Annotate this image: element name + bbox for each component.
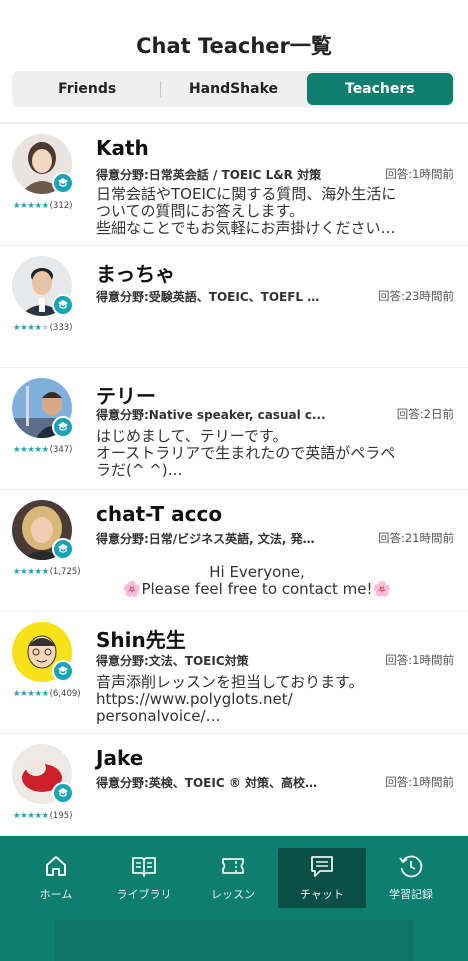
tab-handshake[interactable]: HandShake	[160, 73, 306, 105]
answered-time: 回答:1時間前	[385, 167, 454, 181]
teacher-badge-icon	[52, 660, 74, 682]
teacher-bio: 音声添削レッスンを担当しております。 https://www.polyglots…	[96, 674, 364, 725]
teacher-name: まっちゃ	[96, 262, 176, 286]
rating-stars: ★★★★★(312)	[13, 201, 73, 211]
teacher-specialty: 得意分野:日常英会話 / TOEIC L&R 対策	[96, 168, 322, 182]
teacher-name: chat-T acco	[96, 502, 223, 526]
teacher-badge-icon	[52, 172, 74, 194]
home-indicator-area	[55, 920, 413, 961]
tab-study-record[interactable]: 学習記録	[367, 848, 455, 908]
teacher-bio: はじめまして、テリーです。 オーストラリアで生まれたので英語がペラペ ラだ(^ …	[96, 428, 396, 479]
teacher-badge-icon	[52, 782, 74, 804]
tab-lesson[interactable]: レッスン	[189, 848, 277, 908]
book-icon	[132, 857, 156, 877]
page-title: Chat Teacher一覧	[136, 34, 332, 58]
segmented-control: Friends HandShake Teachers	[12, 71, 455, 107]
rating-stars: ★★★★★(333)	[13, 323, 73, 333]
header: Chat Teacher一覧 Friends HandShake Teacher…	[0, 0, 468, 122]
teacher-name: Shin先生	[96, 628, 186, 652]
home-icon	[46, 856, 66, 876]
teacher-list[interactable]: ★★★★★(312) Kath 得意分野:日常英会話 / TOEIC L&R 対…	[0, 122, 468, 836]
teacher-card-shin[interactable]: ★★★★★(6,409) Shin先生 得意分野:文法、TOEIC対策 回答:1…	[0, 612, 468, 733]
teacher-specialty: 得意分野:Native speaker, casual c...	[96, 408, 326, 422]
tab-label: ライブラリ	[116, 888, 172, 901]
teacher-specialty: 得意分野:日常/ビジネス英語, 文法, 発…	[96, 532, 315, 546]
teacher-badge-icon	[52, 416, 74, 438]
tab-friends[interactable]: Friends	[14, 73, 160, 105]
chat-icon	[311, 856, 333, 877]
tab-label: 学習記録	[389, 888, 433, 901]
bottom-tab-bar: ホーム ライブラリ レッスン チャット 学習記録	[0, 836, 468, 961]
history-icon	[399, 855, 423, 878]
answered-time: 回答:23時間前	[377, 289, 454, 303]
teacher-card-jake[interactable]: ★★★★★(195) Jake 得意分野:英検、TOEIC ® 対策、高校… 回…	[0, 734, 468, 836]
tab-home[interactable]: ホーム	[12, 848, 100, 908]
teacher-bio: Hi Everyone, 🌸Please feel free to contac…	[122, 564, 392, 598]
rating-stars: ★★★★★(195)	[13, 811, 73, 821]
rating-stars: ★★★★★(6,409)	[13, 689, 81, 699]
teacher-specialty: 得意分野:文法、TOEIC対策	[96, 654, 249, 668]
tab-teachers[interactable]: Teachers	[306, 73, 453, 105]
ticket-icon	[222, 858, 244, 874]
answered-time: 回答:2日前	[396, 407, 454, 421]
teacher-bio: 日常会話やTOEICに関する質問、海外生活に ついての質問にお答えします。 些細…	[96, 186, 397, 237]
teacher-card-acco[interactable]: ★★★★★(1,725) chat-T acco 得意分野:日常/ビジネス英語,…	[0, 490, 468, 611]
tab-chat[interactable]: チャット	[278, 848, 366, 908]
teacher-name: Kath	[96, 136, 149, 160]
tab-label: チャット	[300, 888, 344, 901]
teacher-name: Jake	[96, 746, 144, 770]
teacher-card-maccha[interactable]: ★★★★★(333) まっちゃ 得意分野:受験英語、TOEIC、TOEFL … …	[0, 246, 468, 367]
answered-time: 回答:1時間前	[385, 653, 454, 667]
teacher-badge-icon	[52, 294, 74, 316]
teacher-name: テリー	[96, 384, 156, 408]
tab-label: レッスン	[211, 888, 255, 901]
teacher-card-kath[interactable]: ★★★★★(312) Kath 得意分野:日常英会話 / TOEIC L&R 対…	[0, 124, 468, 245]
teacher-badge-icon	[52, 538, 74, 560]
teacher-card-terry[interactable]: ★★★★★(347) テリー 得意分野:Native speaker, casu…	[0, 368, 468, 489]
answered-time: 回答:1時間前	[385, 775, 454, 789]
answered-time: 回答:21時間前	[377, 531, 454, 545]
tab-library[interactable]: ライブラリ	[100, 848, 188, 908]
rating-stars: ★★★★★(347)	[13, 445, 73, 455]
tab-label: ホーム	[39, 888, 73, 901]
teacher-specialty: 得意分野:受験英語、TOEIC、TOEFL …	[96, 290, 320, 304]
rating-stars: ★★★★★(1,725)	[13, 567, 81, 577]
teacher-specialty: 得意分野:英検、TOEIC ® 対策、高校…	[96, 776, 318, 790]
